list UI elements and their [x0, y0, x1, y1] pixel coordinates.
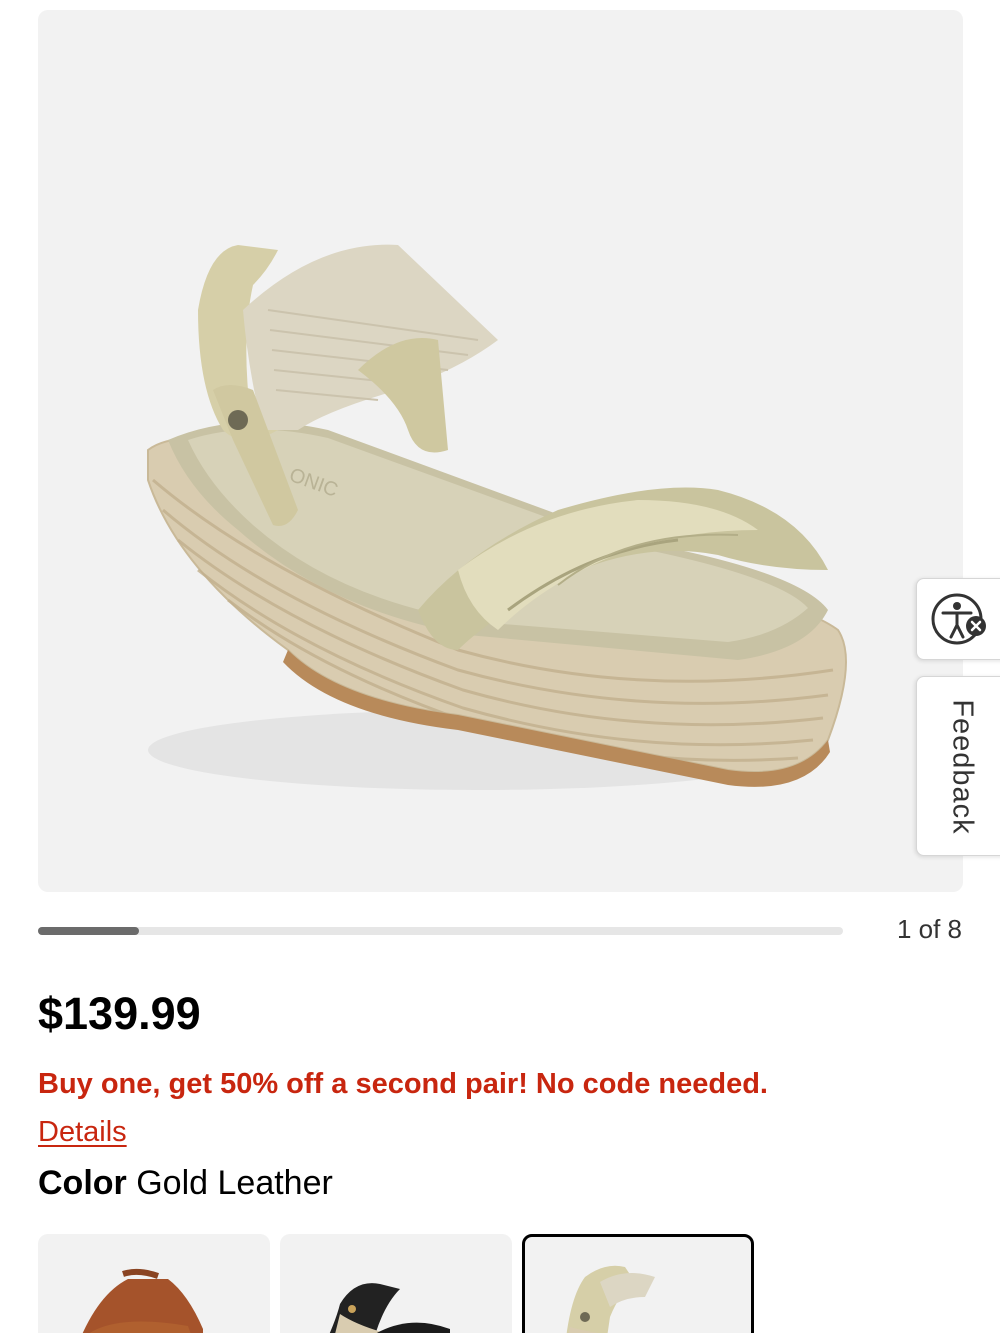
- product-price: $139.99: [38, 988, 201, 1039]
- color-swatch-black[interactable]: [280, 1234, 512, 1333]
- image-counter: 1 of 8: [896, 914, 962, 944]
- tan-sandal-thumbnail: [82, 1268, 203, 1333]
- promo-message: Buy one, get 50% off a second pair! No c…: [38, 1068, 768, 1100]
- color-label: Color: [38, 1164, 127, 1202]
- selected-color: Color Gold Leather: [38, 1164, 333, 1203]
- color-swatch-tan[interactable]: [38, 1234, 270, 1333]
- sandal-illustration: ONIC: [147, 244, 847, 790]
- product-image[interactable]: ONIC: [38, 10, 963, 892]
- feedback-label: Feedback: [946, 699, 979, 835]
- gold-sandal-thumbnail: [566, 1265, 655, 1333]
- accessibility-icon: [931, 593, 986, 645]
- black-sandal-thumbnail: [329, 1283, 450, 1333]
- image-progress-fill: [38, 927, 139, 935]
- color-value: Gold Leather: [136, 1164, 333, 1202]
- accessibility-widget-button[interactable]: [916, 578, 1000, 660]
- image-progress-bar: [38, 927, 843, 935]
- color-swatch-gold-leather[interactable]: [522, 1234, 754, 1333]
- feedback-tab[interactable]: Feedback: [916, 676, 1000, 856]
- promo-details-link[interactable]: Details: [38, 1116, 127, 1149]
